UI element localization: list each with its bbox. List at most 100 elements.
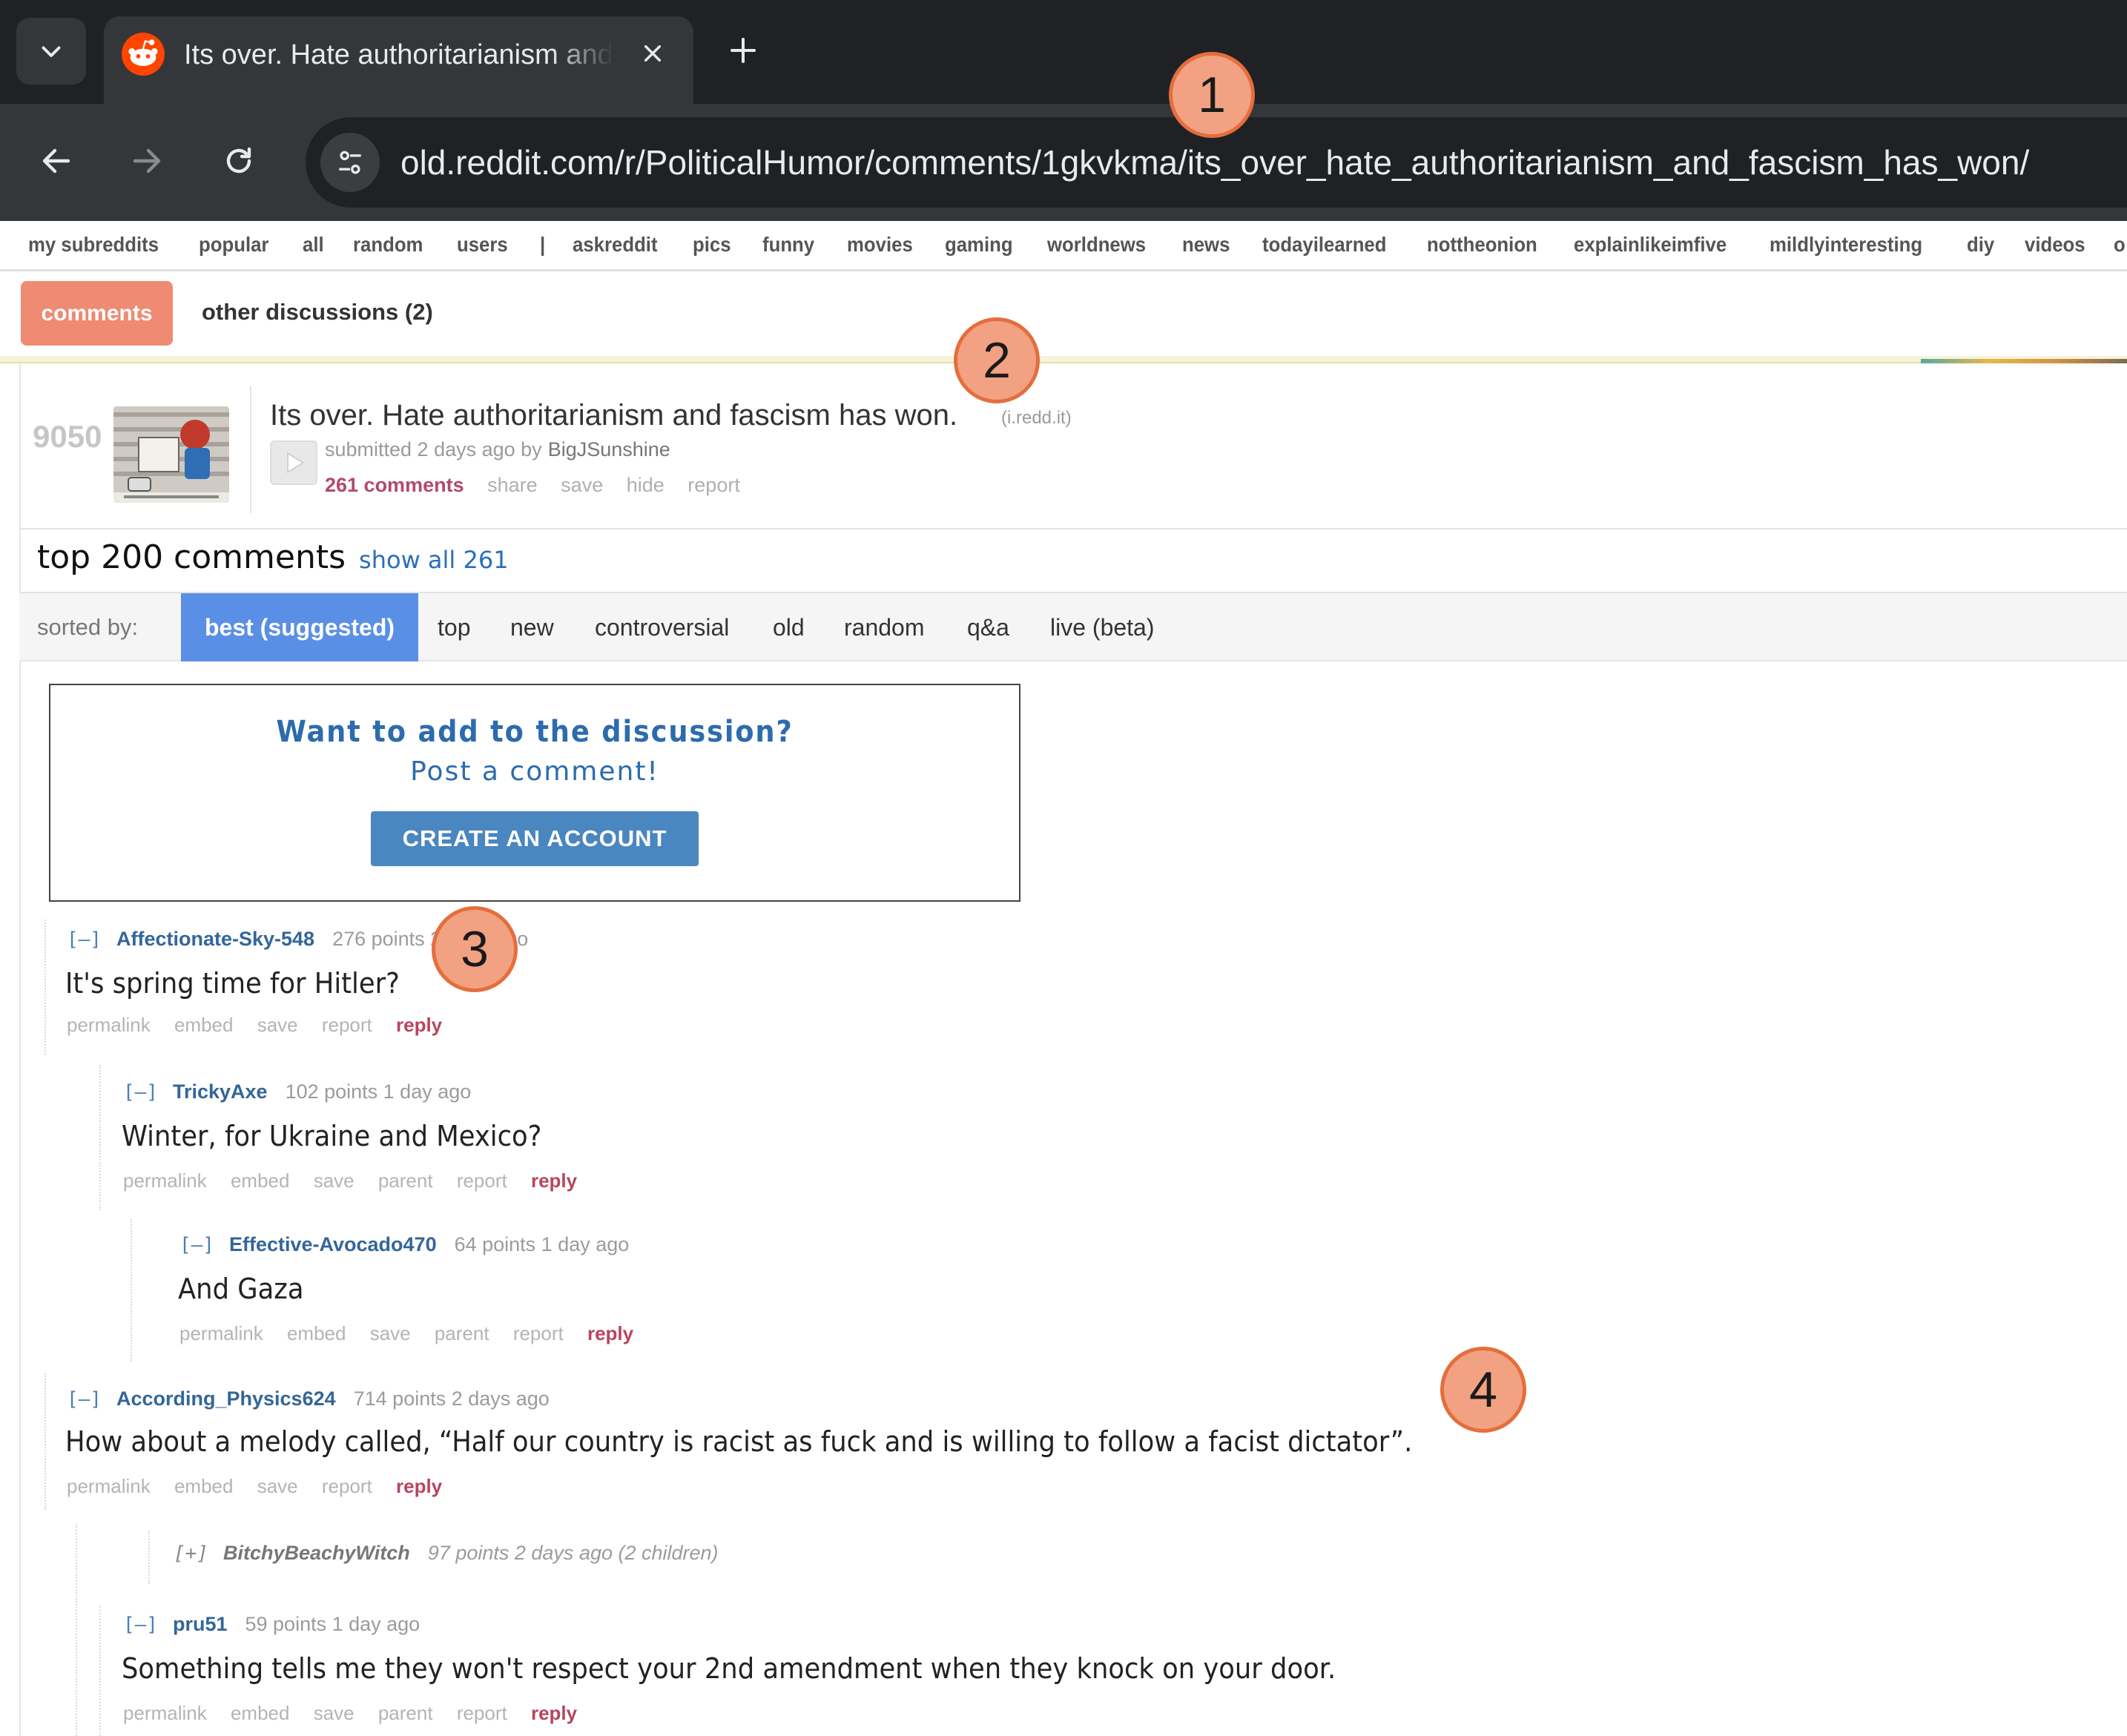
post-thumbnail[interactable] [113, 406, 229, 503]
embed-link[interactable]: embed [231, 1702, 290, 1724]
sr-link-random[interactable]: random [353, 230, 423, 260]
sr-link-mildlyinteresting[interactable]: mildlyinteresting [1770, 230, 1922, 260]
tab-other-discussions[interactable]: other discussions (2) [202, 294, 433, 331]
embed-link[interactable]: embed [174, 1475, 234, 1497]
sr-link-askreddit[interactable]: askreddit [573, 230, 658, 260]
comment-author[interactable]: Affectionate-Sky-548 [116, 928, 314, 950]
tab-title: Its over. Hate authoritarianism and fasc… [184, 39, 614, 70]
create-account-button[interactable]: CREATE AN ACCOUNT [371, 811, 699, 866]
reply-link[interactable]: reply [531, 1702, 577, 1724]
report-link[interactable]: report [457, 1702, 507, 1724]
sr-link-explainlikeimfive[interactable]: explainlikeimfive [1574, 230, 1727, 260]
post-title[interactable]: Its over. Hate authoritarianism and fasc… [270, 396, 957, 435]
post-hide-link[interactable]: hide [627, 474, 665, 496]
sr-link-nottheonion[interactable]: nottheonion [1427, 230, 1537, 260]
sr-link-news[interactable]: news [1182, 230, 1230, 260]
sr-link-worldnews[interactable]: worldnews [1047, 230, 1146, 260]
permalink-link[interactable]: permalink [179, 1322, 263, 1344]
comment-author[interactable]: pru51 [173, 1613, 228, 1635]
sr-link-movies[interactable]: movies [847, 230, 913, 260]
post-share-link[interactable]: share [487, 474, 538, 496]
parent-link[interactable]: parent [435, 1322, 489, 1344]
sort-option-new[interactable]: new [510, 611, 554, 644]
comment-actions: permalink embed save parent report reply [123, 1700, 596, 1726]
comment-body: It's spring time for Hitler? [65, 967, 400, 1000]
show-all-comments-link[interactable]: show all 261 [359, 546, 509, 574]
permalink-link[interactable]: permalink [67, 1475, 151, 1497]
sr-link-all[interactable]: all [303, 230, 324, 260]
parent-link[interactable]: parent [378, 1169, 433, 1192]
sr-link-funny[interactable]: funny [762, 230, 814, 260]
tab-comments[interactable]: comments [21, 281, 173, 346]
report-link[interactable]: report [513, 1322, 564, 1344]
save-link[interactable]: save [257, 1014, 298, 1036]
reply-link[interactable]: reply [531, 1169, 577, 1192]
sort-option-best[interactable]: best (suggested) [181, 593, 418, 661]
sr-link-users[interactable]: users [457, 230, 508, 260]
report-link[interactable]: report [322, 1014, 372, 1036]
permalink-link[interactable]: permalink [123, 1169, 207, 1192]
sort-option-old[interactable]: old [773, 611, 805, 644]
sort-option-random[interactable]: random [844, 611, 925, 644]
new-tab-button[interactable] [721, 28, 765, 73]
save-link[interactable]: save [370, 1322, 411, 1344]
sr-link-videos[interactable]: videos [2025, 230, 2085, 260]
comment-author[interactable]: BitchyBeachyWitch [223, 1542, 410, 1564]
reload-button[interactable] [208, 130, 270, 192]
post-report-link[interactable]: report [687, 474, 740, 496]
reply-link[interactable]: reply [396, 1475, 442, 1497]
annotation-marker-4: 4 [1440, 1347, 1526, 1433]
save-link[interactable]: save [257, 1475, 298, 1497]
sort-option-qa[interactable]: q&a [967, 611, 1009, 644]
comment-tagline: [–] Effective-Avocado470 64 points 1 day a… [179, 1231, 629, 1258]
annotation-marker-1: 1 [1169, 52, 1255, 138]
comment-body: Winter, for Ukraine and Mexico? [122, 1120, 542, 1152]
page-tabs: comments other discussions (2) [0, 271, 2127, 359]
sort-option-controversial[interactable]: controversial [595, 611, 729, 644]
sr-link-todayilearned[interactable]: todayilearned [1262, 230, 1386, 260]
embed-link[interactable]: embed [231, 1169, 290, 1192]
sr-link-diy[interactable]: diy [1967, 230, 1994, 260]
forward-button[interactable] [116, 130, 178, 192]
report-link[interactable]: report [457, 1169, 507, 1192]
collapse-toggle[interactable]: [–] [123, 1614, 158, 1636]
comment-author[interactable]: According_Physics624 [116, 1387, 336, 1410]
report-link[interactable]: report [322, 1475, 372, 1497]
tab-close-button[interactable] [632, 33, 673, 74]
post-author[interactable]: BigJSunshine [548, 438, 670, 461]
sr-link-overflow[interactable]: o [2114, 230, 2126, 260]
sr-link-my-subreddits[interactable]: my subreddits [28, 230, 159, 260]
expand-toggle[interactable]: [+] [174, 1542, 208, 1565]
embed-link[interactable]: embed [174, 1014, 234, 1036]
reply-link[interactable]: reply [587, 1322, 633, 1344]
cta-title: Want to add to the discussion? [276, 715, 794, 749]
parent-link[interactable]: parent [378, 1702, 433, 1724]
back-button[interactable] [25, 130, 88, 192]
save-link[interactable]: save [314, 1702, 354, 1724]
collapse-toggle[interactable]: [–] [67, 928, 102, 951]
sr-link-pics[interactable]: pics [693, 230, 731, 260]
post-comments-link[interactable]: 261 comments [325, 474, 464, 496]
permalink-link[interactable]: permalink [123, 1702, 207, 1724]
comment-author[interactable]: Effective-Avocado470 [229, 1233, 437, 1255]
post-save-link[interactable]: save [561, 474, 603, 496]
comment-author[interactable]: TrickyAxe [173, 1080, 268, 1103]
comment-actions: permalink embed save report reply [67, 1011, 461, 1038]
sr-link-popular[interactable]: popular [199, 230, 268, 260]
sort-option-top[interactable]: top [438, 611, 470, 644]
collapse-toggle[interactable]: [–] [123, 1081, 158, 1103]
save-link[interactable]: save [314, 1169, 354, 1192]
expando-button[interactable] [270, 440, 317, 485]
sr-link-gaming[interactable]: gaming [945, 230, 1013, 260]
site-info-button[interactable] [320, 133, 380, 192]
collapse-toggle[interactable]: [–] [67, 1388, 102, 1410]
permalink-link[interactable]: permalink [67, 1014, 151, 1036]
embed-link[interactable]: embed [287, 1322, 346, 1344]
sort-option-live[interactable]: live (beta) [1050, 611, 1155, 644]
post-domain[interactable]: (i.redd.it) [1001, 408, 1072, 429]
comments-header: top 200 comments show all 261 [37, 538, 509, 576]
tab-search-button[interactable] [16, 18, 86, 85]
reply-link[interactable]: reply [396, 1014, 442, 1036]
collapse-toggle[interactable]: [–] [179, 1234, 214, 1256]
browser-tab-active[interactable]: Its over. Hate authoritarianism and fasc… [104, 16, 693, 104]
